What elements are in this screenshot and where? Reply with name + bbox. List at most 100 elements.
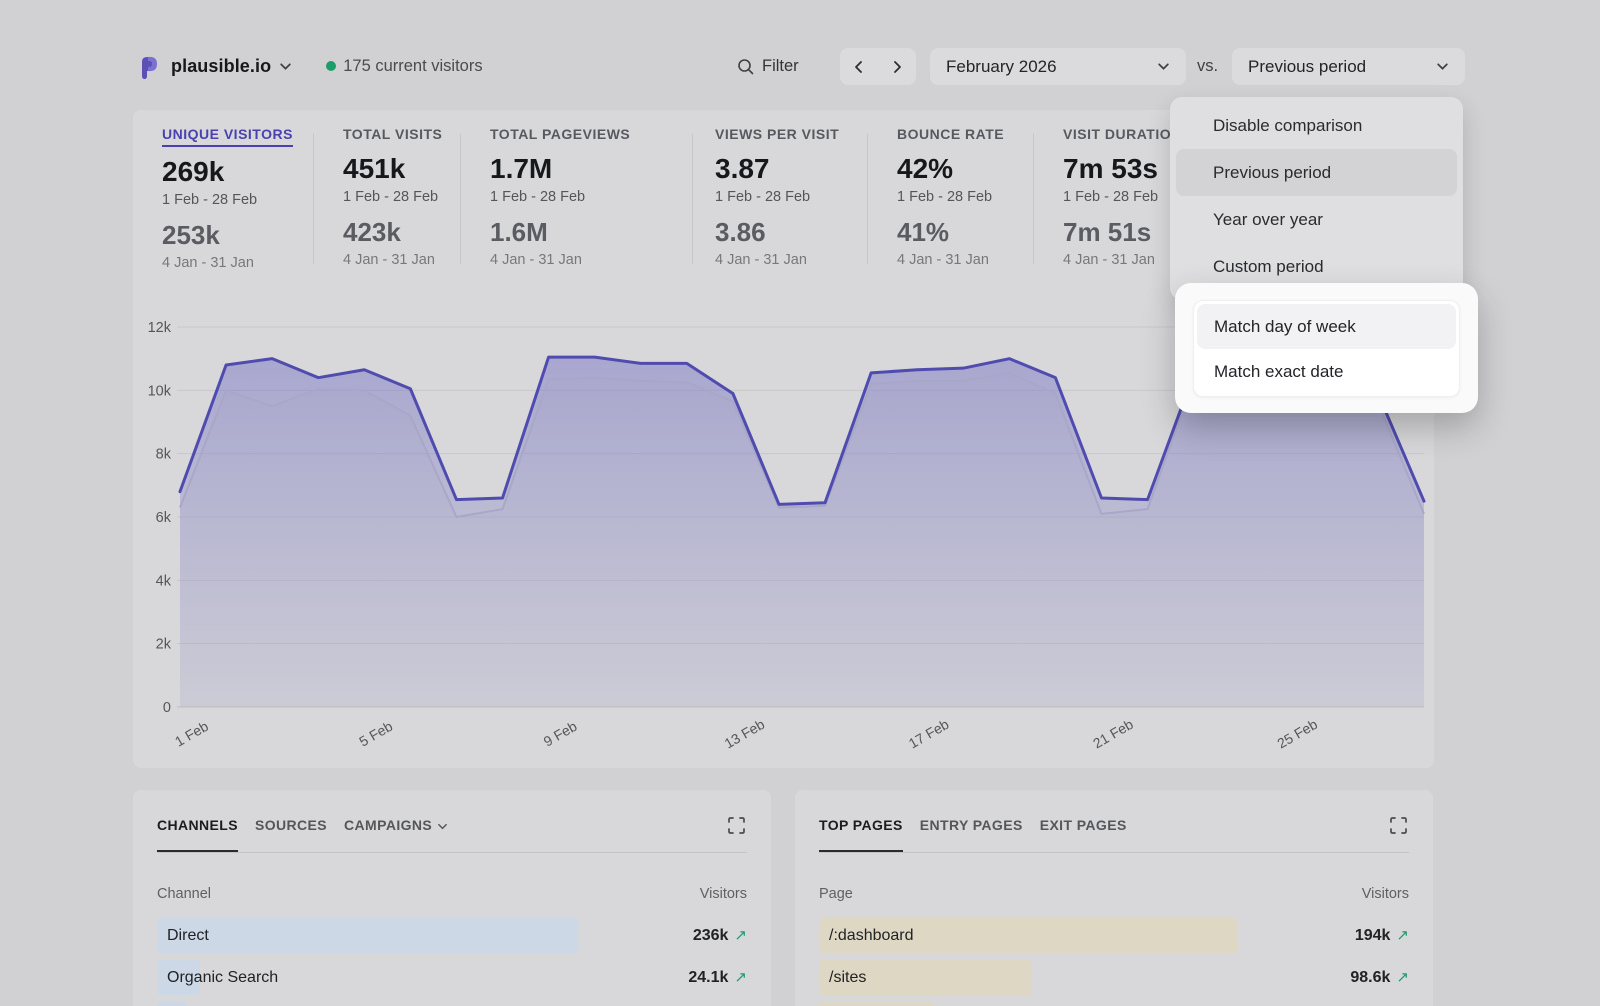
date-range-label: February 2026 — [946, 57, 1057, 77]
stat-period: 1 Feb - 28 Feb — [162, 192, 293, 208]
x-tick-label: 5 Feb — [356, 718, 395, 750]
tab-label: CAMPAIGNS — [344, 817, 432, 833]
column-header-visitors: Visitors — [700, 886, 747, 902]
stat-prev-period: 4 Jan - 31 Jan — [897, 252, 1004, 268]
plausible-logo-icon — [137, 53, 163, 80]
stat-value: 269k — [162, 156, 293, 188]
stat-divider — [692, 134, 693, 264]
stat-divider — [1033, 134, 1034, 264]
date-range-dropdown[interactable]: February 2026 — [930, 48, 1186, 85]
trend-up-icon: ↗ — [1396, 969, 1409, 986]
tab-label: TOP PAGES — [819, 817, 903, 833]
row-value: 194k↗ — [1355, 918, 1409, 953]
table-row[interactable]: /:dashboard194k↗ — [819, 918, 1409, 953]
row-value: 24.1k↗ — [688, 960, 747, 995]
menu-item-previous-period[interactable]: Previous period — [1176, 149, 1457, 196]
tab-label: EXIT PAGES — [1040, 817, 1127, 833]
comparison-dropdown[interactable]: Previous period — [1232, 48, 1465, 85]
y-tick-label: 10k — [148, 383, 172, 399]
row-bar — [819, 1002, 934, 1006]
chevron-left-icon — [853, 60, 865, 74]
table-row[interactable]: Direct 236k↗ — [157, 918, 747, 953]
channels-panel: CHANNELSSOURCESCAMPAIGNSChannelVisitorsD… — [133, 790, 771, 1006]
stat-prev-period: 4 Jan - 31 Jan — [1063, 252, 1182, 268]
x-tick-label: 9 Feb — [541, 718, 580, 750]
tab-entry-pages[interactable]: ENTRY PAGES — [920, 817, 1023, 853]
row-value-text: 98.6k — [1350, 969, 1390, 986]
tab-channels[interactable]: CHANNELS — [157, 817, 238, 853]
stat-prev-value: 1.6M — [490, 217, 630, 248]
pages-panel: TOP PAGESENTRY PAGESEXIT PAGESPageVisito… — [795, 790, 1433, 1006]
row-value-text: 24.1k — [688, 969, 728, 986]
stat-prev-value: 7m 51s — [1063, 217, 1182, 248]
tab-label: CHANNELS — [157, 817, 238, 833]
submenu-item-match-exact-date[interactable]: Match exact date — [1194, 349, 1459, 394]
submenu-item-match-day-of-week[interactable]: Match day of week — [1197, 304, 1456, 349]
stat-period: 1 Feb - 28 Feb — [490, 189, 630, 205]
tab-sources[interactable]: SOURCES — [255, 817, 327, 853]
row-label: /sites — [829, 960, 866, 995]
row-value: 236k↗ — [693, 918, 747, 953]
plausible-dashboard: plausible.io 175 current visitors Filter… — [0, 0, 1600, 1006]
stat-divider — [867, 134, 868, 264]
chevron-down-icon — [1436, 60, 1449, 73]
menu-item-disable-comparison[interactable]: Disable comparison — [1170, 102, 1463, 149]
comparison-label: Previous period — [1248, 57, 1366, 77]
next-date-button[interactable] — [878, 48, 916, 85]
stat-metric-bounce-rate[interactable]: BOUNCE RATE42%1 Feb - 28 Feb41%4 Jan - 3… — [897, 126, 1004, 268]
y-tick-label: 0 — [163, 700, 171, 716]
stat-label: UNIQUE VISITORS — [162, 126, 293, 147]
live-dot-icon — [326, 61, 336, 71]
x-tick-label: 13 Feb — [722, 716, 768, 752]
stat-period: 1 Feb - 28 Feb — [715, 189, 839, 205]
stat-metric-views-per-visit[interactable]: VIEWS PER VISIT3.871 Feb - 28 Feb3.864 J… — [715, 126, 839, 268]
stat-divider — [313, 134, 314, 264]
row-bar — [157, 918, 578, 953]
x-tick-label: 1 Feb — [172, 718, 211, 750]
filter-button[interactable]: Filter — [737, 46, 799, 86]
x-tick-label: 17 Feb — [906, 716, 952, 752]
compare-series-area — [180, 373, 1424, 707]
tab-campaigns[interactable]: CAMPAIGNS — [344, 817, 448, 853]
vs-label: vs. — [1197, 48, 1218, 85]
stat-value: 1.7M — [490, 153, 630, 185]
table-row[interactable]: /sites 98.6k ↗ — [819, 960, 1409, 995]
y-tick-label: 8k — [156, 447, 172, 463]
site-switcher[interactable]: plausible.io 175 current visitors — [137, 46, 483, 86]
filter-label: Filter — [762, 57, 799, 76]
stat-period: 1 Feb - 28 Feb — [1063, 189, 1182, 205]
table-row-partial — [819, 1002, 1409, 1006]
current-visitors[interactable]: 175 current visitors — [343, 57, 482, 76]
pages-content: TOP PAGESENTRY PAGESEXIT PAGESPageVisito… — [819, 790, 1409, 1006]
stat-divider — [460, 134, 461, 264]
stat-metric-visit-duration[interactable]: VISIT DURATION 7m 53s 1 Feb - 28 Feb 7m 51s… — [1063, 126, 1182, 268]
row-label: Direct — [167, 918, 209, 953]
stat-metric-unique-visitors[interactable]: UNIQUE VISITORS269k1 Feb - 28 Feb253k4 J… — [162, 126, 293, 271]
stat-metric-total-pageviews[interactable]: TOTAL PAGEVIEWS1.7M1 Feb - 28 Feb1.6M4 J… — [490, 126, 630, 268]
y-tick-label: 6k — [156, 510, 172, 526]
channels-content: CHANNELSSOURCESCAMPAIGNSChannelVisitorsD… — [157, 790, 747, 1006]
stat-metric-total-visits[interactable]: TOTAL VISITS451k1 Feb - 28 Feb423k4 Jan … — [343, 126, 442, 268]
site-name: plausible.io — [171, 56, 271, 77]
expand-icon[interactable] — [1389, 816, 1409, 836]
stat-label: VIEWS PER VISIT — [715, 126, 839, 142]
column-header-visitors: Visitors — [1362, 886, 1409, 902]
expand-icon[interactable] — [727, 816, 747, 836]
table-row[interactable]: Organic Search24.1k↗ — [157, 960, 747, 995]
trend-up-icon: ↗ — [1396, 927, 1409, 944]
panel-tabs-divider — [157, 852, 747, 853]
tab-exit-pages[interactable]: EXIT PAGES — [1040, 817, 1127, 853]
row-value: 98.6k ↗ — [1350, 960, 1409, 995]
tab-top-pages[interactable]: TOP PAGES — [819, 817, 903, 853]
stat-label: TOTAL VISITS — [343, 126, 442, 142]
stat-label: VISIT DURATION — [1063, 126, 1182, 142]
stat-value: 7m 53s — [1063, 153, 1182, 185]
stat-label: BOUNCE RATE — [897, 126, 1004, 142]
chevron-right-icon — [891, 60, 903, 74]
stat-label: TOTAL PAGEVIEWS — [490, 126, 630, 142]
stat-prev-period: 4 Jan - 31 Jan — [162, 255, 293, 271]
prev-date-button[interactable] — [840, 48, 878, 85]
comparison-menu: Disable comparisonPrevious periodYear ov… — [1170, 97, 1463, 300]
menu-item-year-over-year[interactable]: Year over year — [1170, 196, 1463, 243]
y-tick-label: 4k — [156, 573, 172, 589]
